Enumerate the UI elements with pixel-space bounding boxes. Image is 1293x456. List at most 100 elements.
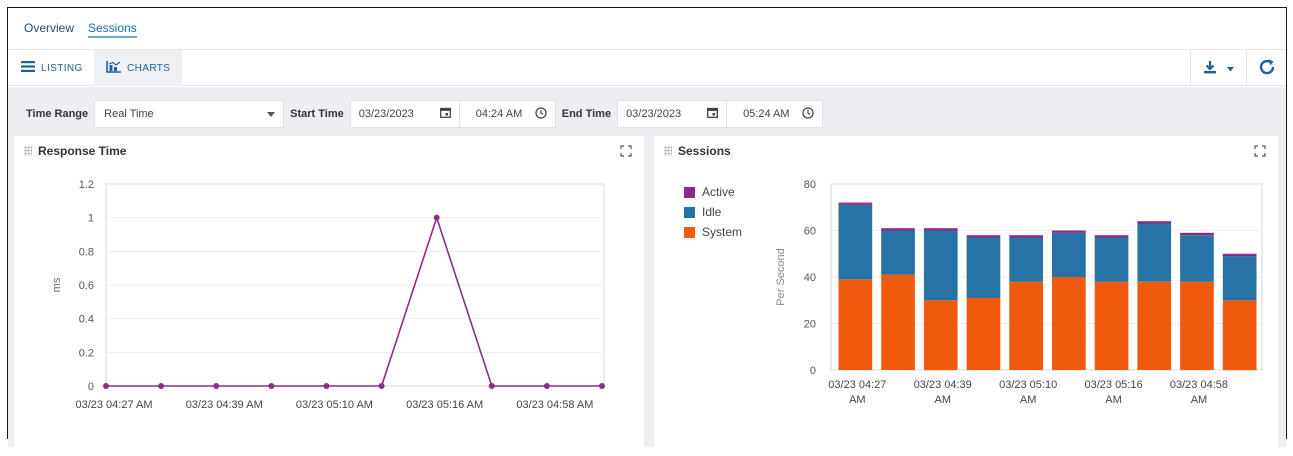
bar-segment-system[interactable] <box>1180 281 1214 370</box>
bar-segment-system[interactable] <box>1222 300 1257 371</box>
bar-segment-active[interactable] <box>1052 230 1086 233</box>
top-nav: Overview Sessions <box>8 8 1286 50</box>
start-date-input[interactable]: 03/23/2023 <box>349 100 460 128</box>
data-point[interactable] <box>158 383 165 389</box>
bar-segment-active[interactable] <box>1094 235 1129 238</box>
clock-icon[interactable] <box>802 106 814 122</box>
bar-segment-active[interactable] <box>1180 232 1214 236</box>
data-point[interactable] <box>488 383 495 389</box>
y-tick-label: 0.6 <box>79 280 94 292</box>
time-range-select[interactable]: Real Time <box>94 100 285 128</box>
data-point[interactable] <box>599 383 605 389</box>
x-tick-label: 03/23 04:58 AM <box>1170 379 1228 406</box>
bar-segment-active[interactable] <box>1222 253 1257 257</box>
bar-segment-active[interactable] <box>881 228 915 231</box>
y-tick-label: 80 <box>804 179 816 191</box>
refresh-button[interactable] <box>1246 50 1286 86</box>
y-axis-label: ms <box>51 277 63 292</box>
tab-sessions[interactable]: Sessions <box>88 21 137 38</box>
view-toolbar: LISTING CHARTS <box>8 50 1286 86</box>
sessions-header[interactable]: Sessions <box>664 144 731 158</box>
bar-segment-system[interactable] <box>1094 281 1129 370</box>
list-icon <box>21 61 35 75</box>
data-point[interactable] <box>213 383 220 389</box>
data-point[interactable] <box>543 383 550 389</box>
calendar-icon[interactable] <box>707 107 719 121</box>
bar-segment-idle[interactable] <box>881 230 915 275</box>
y-tick-label: 40 <box>804 272 816 284</box>
drag-handle-icon[interactable] <box>664 146 672 156</box>
bar-segment-active[interactable] <box>966 235 1001 238</box>
calendar-icon[interactable] <box>439 107 451 121</box>
y-tick-label: 20 <box>804 319 816 331</box>
export-dropdown-button[interactable] <box>1190 50 1246 86</box>
refresh-icon <box>1258 58 1276 79</box>
bar-segment-system[interactable] <box>1137 281 1172 370</box>
sessions-chart: 0 20 40 60 80 Per Second 03/23 04:27 AM 03/23 04… <box>775 179 1263 406</box>
response-time-header[interactable]: Response Time <box>24 144 126 158</box>
charts-label: CHARTS <box>127 62 171 74</box>
x-tick-label: 03/23 04:27 AM <box>75 399 152 411</box>
y-tick-label: 0 <box>810 365 816 377</box>
bar-segment-active[interactable] <box>1009 235 1043 238</box>
start-time-value: 04:24 AM <box>475 108 523 120</box>
bar-segment-system[interactable] <box>1052 277 1086 370</box>
charts-view-button[interactable]: CHARTS <box>94 50 182 86</box>
bar-segment-system[interactable] <box>923 300 958 371</box>
data-point[interactable] <box>433 214 440 221</box>
download-icon <box>1203 60 1217 77</box>
response-time-chart: 0 0.2 0.4 0.6 0.8 1 1.2 ms 03/23 04:27 AM 03/23 0… <box>51 179 605 411</box>
end-date-input[interactable]: 03/23/2023 <box>617 100 728 128</box>
time-filter-bar: Time Range Real Time Start Time 03/23/20… <box>21 100 824 128</box>
data-point[interactable] <box>103 383 109 389</box>
end-time-input[interactable]: 05:24 AM <box>727 100 824 128</box>
main-content: Time Range Real Time Start Time 03/23/20… <box>8 87 1286 456</box>
y-tick-label: 0.8 <box>79 246 94 258</box>
x-tick-label: 03/23 05:16 AM <box>1084 379 1142 406</box>
start-date-value: 03/23/2023 <box>358 108 414 120</box>
bar-segment-idle[interactable] <box>1094 237 1129 282</box>
start-time-input[interactable]: 04:24 AM <box>459 100 556 128</box>
bar-segment-active[interactable] <box>838 202 873 205</box>
bar-segment-idle[interactable] <box>1180 235 1214 282</box>
x-tick-label: 03/23 05:16 AM <box>406 399 483 411</box>
response-time-panel: Response Time 0 0.2 0.4 0.6 0.8 1 1.2 ms 03/23 0… <box>14 136 644 456</box>
drag-handle-icon[interactable] <box>24 146 32 156</box>
start-time-label: Start Time <box>284 100 350 128</box>
time-range-value: Real Time <box>104 108 154 120</box>
bar-segment-active[interactable] <box>923 228 958 231</box>
series-line <box>106 215 602 387</box>
listing-label: LISTING <box>41 62 83 74</box>
bar-segment-system[interactable] <box>881 274 915 370</box>
expand-icon[interactable] <box>620 145 632 157</box>
bar-segment-active[interactable] <box>1137 221 1172 224</box>
bar-segment-system[interactable] <box>1009 281 1043 370</box>
app-frame: Overview Sessions LISTING CHARTS Time Ra… <box>7 7 1287 456</box>
time-range-label: Time Range <box>21 100 95 128</box>
y-tick-label: 1 <box>88 213 94 225</box>
listing-view-button[interactable]: LISTING <box>17 50 87 86</box>
bar-segment-idle[interactable] <box>1009 237 1043 282</box>
bar-segment-idle[interactable] <box>923 230 958 301</box>
toolbar-actions <box>1190 50 1286 86</box>
bar-segment-idle[interactable] <box>966 237 1001 299</box>
y-tick-label: 1.2 <box>79 179 94 191</box>
bar-segment-idle[interactable] <box>838 204 873 280</box>
x-tick-label: 03/23 04:39 AM <box>914 379 972 406</box>
data-point[interactable] <box>268 383 275 389</box>
bar-segment-system[interactable] <box>838 279 873 370</box>
clock-icon[interactable] <box>535 106 547 122</box>
bar-segment-idle[interactable] <box>1222 256 1257 301</box>
bar-segment-idle[interactable] <box>1052 232 1086 277</box>
bar-segment-system[interactable] <box>966 297 1001 370</box>
expand-icon[interactable] <box>1254 145 1266 157</box>
data-point[interactable] <box>323 383 330 389</box>
end-time-label: End Time <box>555 100 618 128</box>
sessions-panel: Sessions Active Idle System 0 20 40 60 80 Per… <box>654 136 1278 456</box>
bar-segment-idle[interactable] <box>1137 223 1172 282</box>
data-point[interactable] <box>378 383 385 389</box>
chart-icon <box>106 60 121 76</box>
tab-overview[interactable]: Overview <box>24 21 74 35</box>
panel-title: Sessions <box>678 144 731 158</box>
y-tick-label: 0 <box>88 381 94 393</box>
